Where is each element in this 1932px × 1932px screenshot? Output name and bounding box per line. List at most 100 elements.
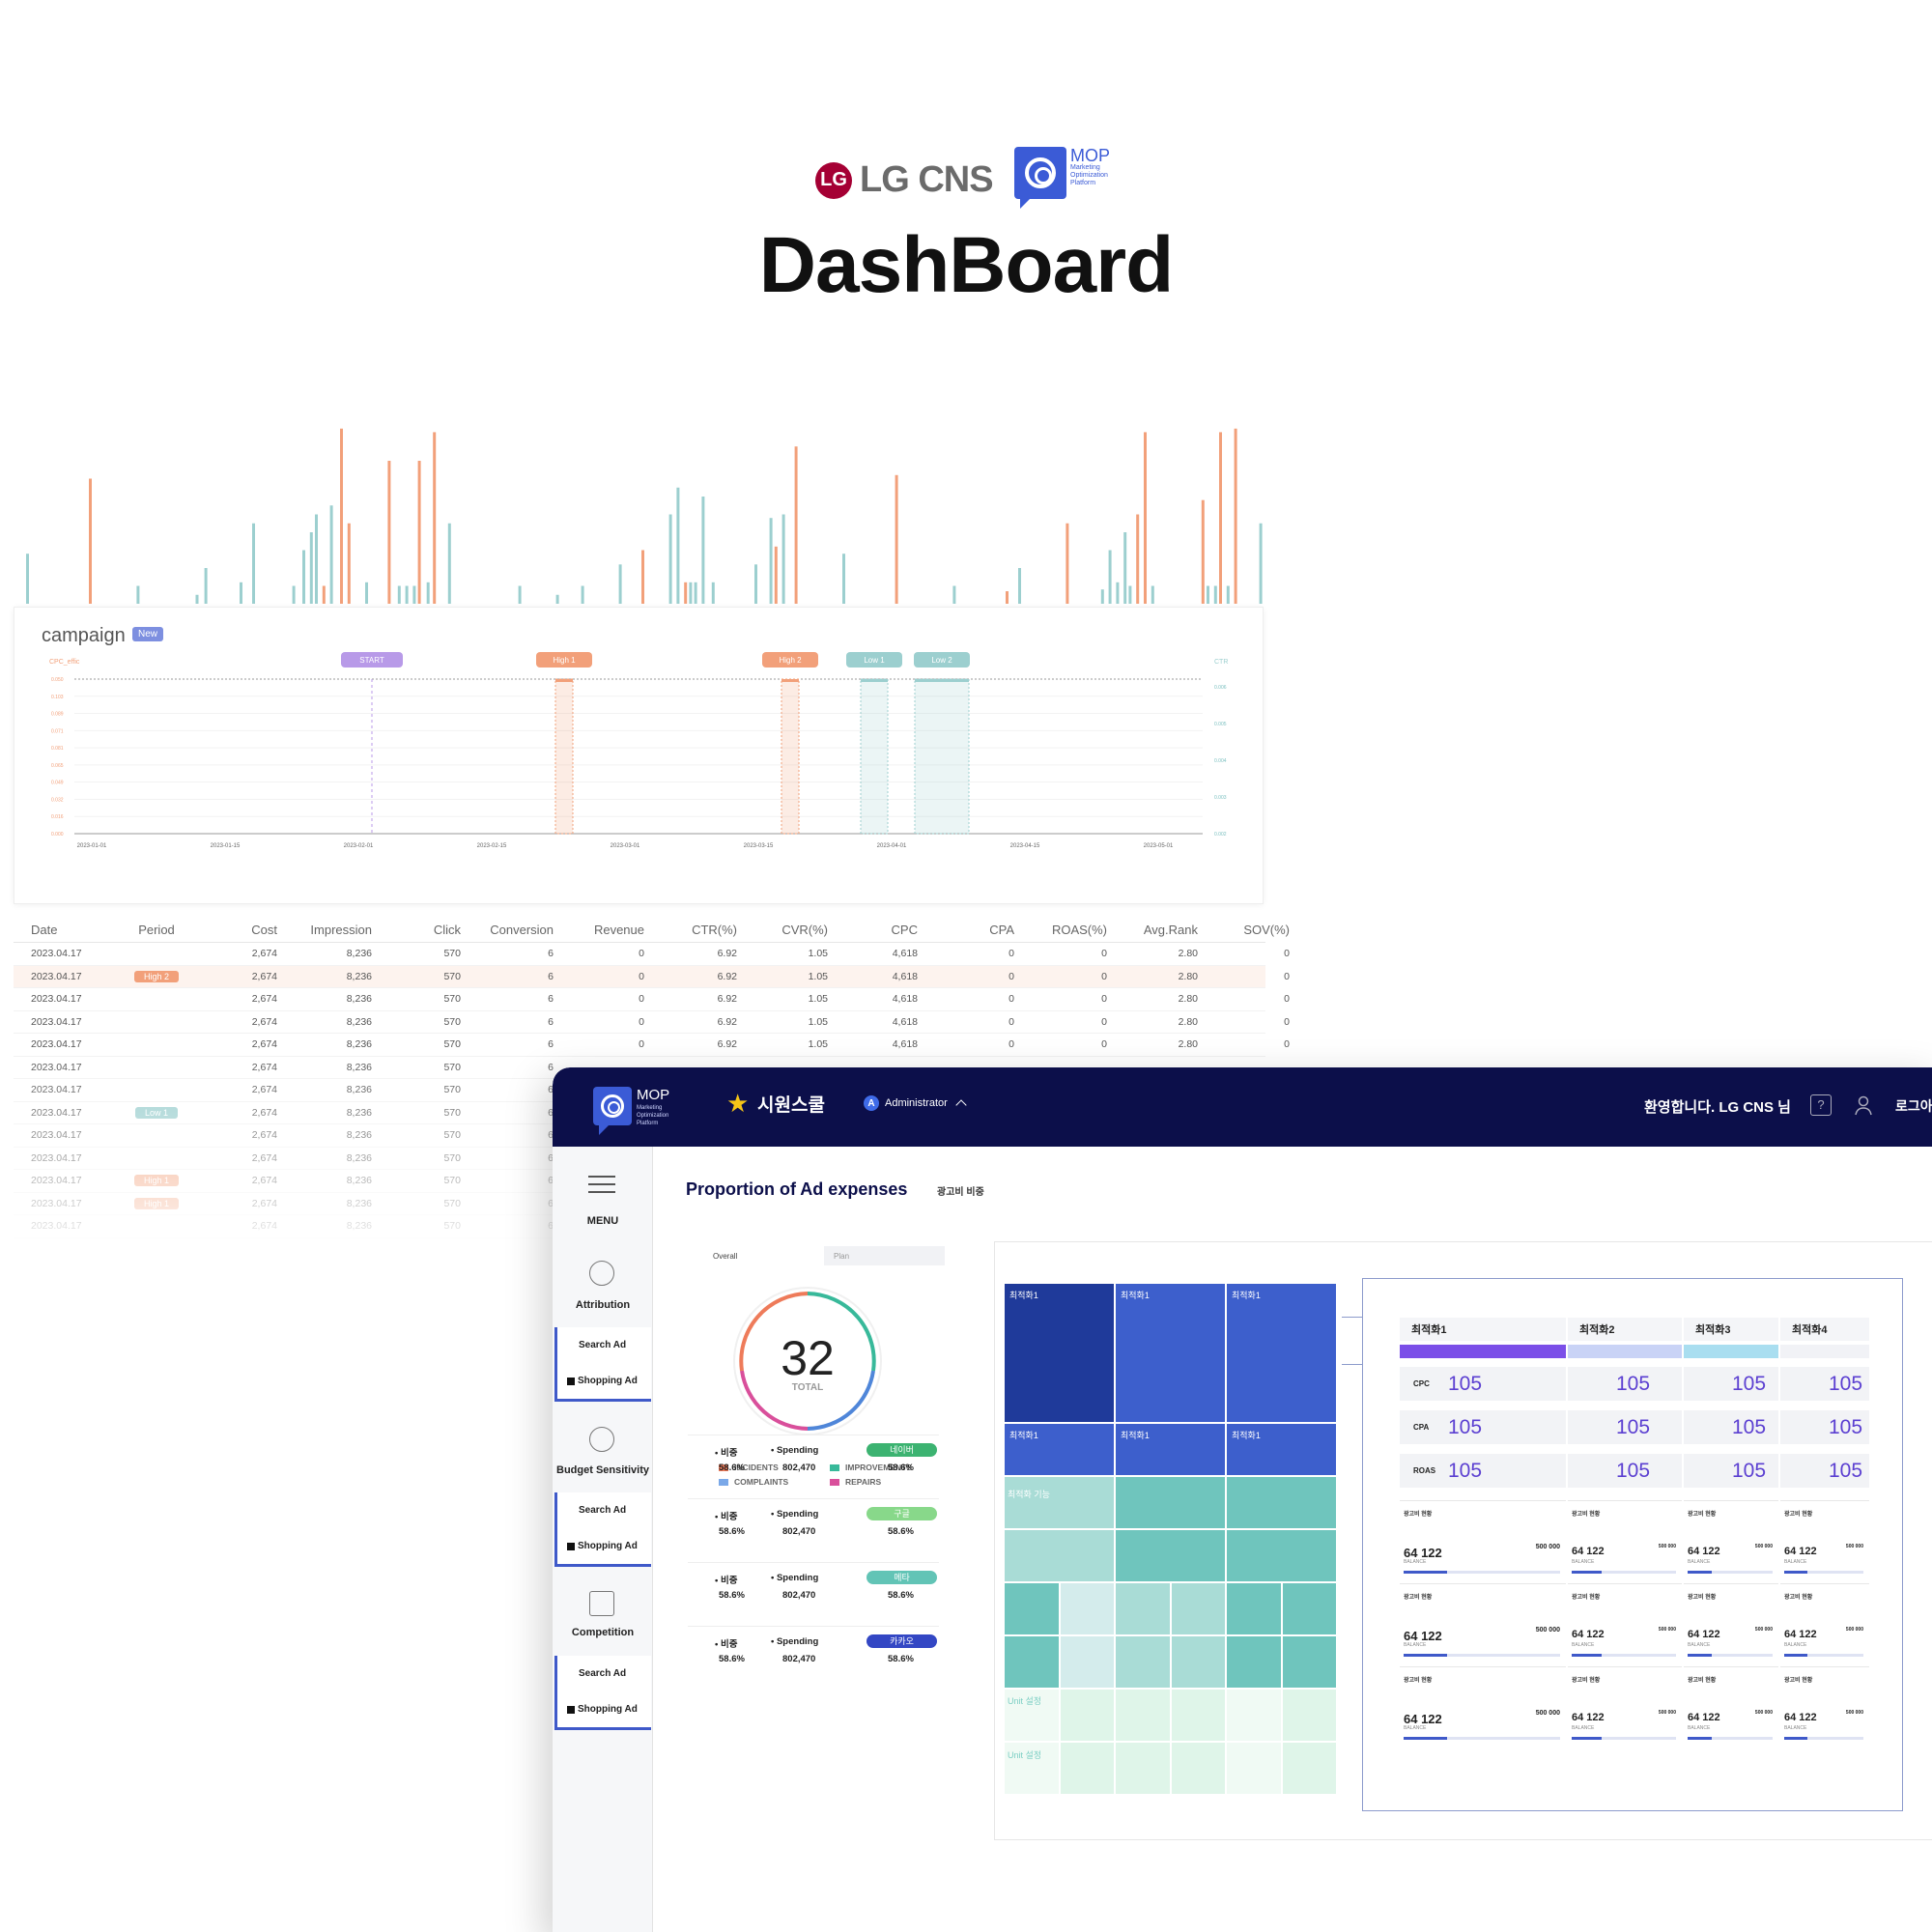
treemap-cell[interactable] <box>1171 1582 1226 1635</box>
treemap-cell[interactable] <box>1004 1476 1115 1529</box>
media-pill[interactable]: 메타 <box>867 1571 937 1584</box>
role-selector[interactable]: A Administrator <box>864 1095 967 1111</box>
table-row[interactable]: 2023.04.17 2,674 8,236 570 6 0 6.92 1.05 4,618 0 0… <box>14 1011 1290 1034</box>
table-cell-cvr: 1.05 <box>808 1015 828 1028</box>
column-header[interactable]: ROAS(%) <box>1018 923 1111 937</box>
donut-total-label: TOTAL <box>792 1382 823 1393</box>
site-name[interactable]: 시원스쿨 <box>757 1091 825 1117</box>
column-header[interactable]: Click <box>376 923 465 937</box>
treemap-cell[interactable] <box>1282 1635 1337 1689</box>
column-header[interactable]: CPC <box>832 923 922 937</box>
sidebar-item-budget-sensitivity[interactable]: Budget Sensitivity <box>553 1464 653 1476</box>
table-row[interactable]: 2023.04.17 2,674 8,236 570 6 0 6.92 1.05 4,618 0 0… <box>14 988 1290 1011</box>
treemap-cell[interactable] <box>1282 1582 1337 1635</box>
logout-link[interactable]: 로그아웃 <box>1895 1096 1932 1116</box>
treemap-cell[interactable] <box>1171 1742 1226 1795</box>
column-header[interactable]: SOV(%) <box>1202 923 1293 937</box>
balance-label: BALANCE <box>1404 1559 1427 1565</box>
column-header[interactable]: CPA <box>922 923 1018 937</box>
period-band <box>860 678 889 835</box>
treemap-cell[interactable] <box>1226 1689 1282 1742</box>
table-row[interactable]: 2023.04.17 High 2 2,674 8,236 570 6 0 6.92 1.05 4… <box>14 965 1290 988</box>
optimization-column-header[interactable]: 최적화2 <box>1568 1318 1682 1341</box>
media-pill[interactable]: 네이버 <box>867 1443 937 1457</box>
sidebar-sub-search-ad[interactable]: Search Ad <box>557 1327 651 1363</box>
treemap-cell[interactable] <box>1171 1635 1226 1689</box>
treemap-cell[interactable]: 최적화1 <box>1115 1423 1226 1476</box>
treemap-cell[interactable] <box>1004 1582 1060 1635</box>
column-header[interactable]: Conversion <box>465 923 557 937</box>
treemap-cell[interactable] <box>1115 1529 1226 1582</box>
balance-fill <box>1404 1571 1447 1574</box>
treemap-cell[interactable] <box>1226 1476 1337 1529</box>
goal-value: 500 000 <box>1535 1710 1560 1717</box>
treemap-cell[interactable] <box>1226 1635 1282 1689</box>
column-header[interactable]: Avg.Rank <box>1111 923 1202 937</box>
sidebar-sub-search-ad[interactable]: Search Ad <box>557 1656 651 1691</box>
treemap-cell[interactable] <box>1171 1689 1226 1742</box>
column-header[interactable]: Cost <box>216 923 281 937</box>
user-icon[interactable] <box>1853 1094 1874 1116</box>
optimization-column-header[interactable]: 최적화3 <box>1684 1318 1778 1341</box>
bar <box>204 568 208 604</box>
treemap-cell[interactable] <box>1115 1582 1171 1635</box>
table-row[interactable]: 2023.04.17 2,674 8,236 570 6 0 6.92 1.05 4,618 0 0… <box>14 943 1290 966</box>
treemap-cell[interactable] <box>1004 1635 1060 1689</box>
sidebar-sub-search-ad[interactable]: Search Ad <box>557 1492 651 1528</box>
treemap-cell[interactable] <box>1060 1582 1115 1635</box>
treemap-cell[interactable] <box>1115 1742 1171 1795</box>
treemap-cell[interactable] <box>1115 1635 1171 1689</box>
column-header[interactable]: Revenue <box>557 923 648 937</box>
treemap-cell[interactable]: 최적화1 <box>1004 1423 1115 1476</box>
table-cell-sov: 0 <box>1284 1015 1290 1028</box>
treemap-cell[interactable] <box>1115 1476 1226 1529</box>
treemap-cell[interactable]: 최적화1 <box>1226 1283 1337 1423</box>
bar <box>240 582 242 604</box>
media-pill[interactable]: 카카오 <box>867 1634 937 1648</box>
sidebar-item-attribution[interactable]: Attribution <box>553 1299 653 1311</box>
balance-card: 광고비 현황 64 122 BALANCE 500 000 <box>1400 1666 1566 1749</box>
star-icon[interactable]: ★ <box>726 1089 749 1119</box>
welcome-message: 환영합니다. LG CNS 님 <box>1644 1099 1791 1116</box>
media-pill[interactable]: 구글 <box>867 1507 937 1520</box>
table-cell-date: 2023.04.17 <box>31 993 82 1006</box>
sidebar-sub-shopping-ad[interactable]: Shopping Ad <box>557 1363 651 1399</box>
treemap-cell[interactable] <box>1282 1689 1337 1742</box>
sidebar-sub-shopping-ad[interactable]: Shopping Ad <box>557 1528 651 1564</box>
balance-value: 64 122 <box>1784 1712 1817 1723</box>
table-cell-date: 2023.04.17 <box>31 970 82 982</box>
table-cell-imp: 8,236 <box>346 993 372 1006</box>
treemap-cell[interactable]: 최적화1 <box>1004 1283 1115 1423</box>
help-icon[interactable]: ? <box>1810 1094 1832 1116</box>
hamburger-icon[interactable] <box>588 1176 615 1199</box>
spending-label: • Spending <box>771 1509 819 1520</box>
metric-value: 105 <box>1616 1415 1651 1438</box>
column-header[interactable]: Period <box>100 923 216 937</box>
sidebar-sub-shopping-ad[interactable]: Shopping Ad <box>557 1691 651 1727</box>
balance-label: BALANCE <box>1572 1725 1595 1731</box>
treemap-cell[interactable] <box>1226 1529 1337 1582</box>
treemap-cell[interactable] <box>1004 1529 1115 1582</box>
treemap-cell[interactable] <box>1282 1742 1337 1795</box>
treemap-cell[interactable]: 최적화1 <box>1115 1283 1226 1423</box>
sidebar-item-competition[interactable]: Competition <box>553 1627 653 1638</box>
tab-overall[interactable]: Overall <box>703 1246 824 1265</box>
column-header[interactable]: CTR(%) <box>648 923 741 937</box>
table-cell-cpa: 0 <box>1009 948 1014 960</box>
treemap-cell[interactable] <box>1226 1582 1282 1635</box>
treemap-cell[interactable] <box>1060 1635 1115 1689</box>
optimization-column-header[interactable]: 최적화1 <box>1400 1318 1566 1341</box>
optimization-progress-bar <box>1400 1345 1566 1358</box>
app-logo[interactable]: MOP Marketing Optimization Platform <box>593 1087 675 1135</box>
treemap-cell[interactable] <box>1226 1742 1282 1795</box>
column-header[interactable]: CVR(%) <box>741 923 832 937</box>
y-tick-label: 0.081 <box>51 746 64 752</box>
optimization-column-header[interactable]: 최적화4 <box>1780 1318 1869 1341</box>
column-header[interactable]: Impression <box>281 923 376 937</box>
treemap-cell[interactable] <box>1060 1742 1115 1795</box>
treemap-cell[interactable] <box>1060 1689 1115 1742</box>
treemap-cell[interactable] <box>1115 1689 1171 1742</box>
treemap-cell[interactable]: 최적화1 <box>1226 1423 1337 1476</box>
column-header[interactable]: Date <box>14 923 100 937</box>
tab-plan[interactable]: Plan <box>824 1246 945 1265</box>
